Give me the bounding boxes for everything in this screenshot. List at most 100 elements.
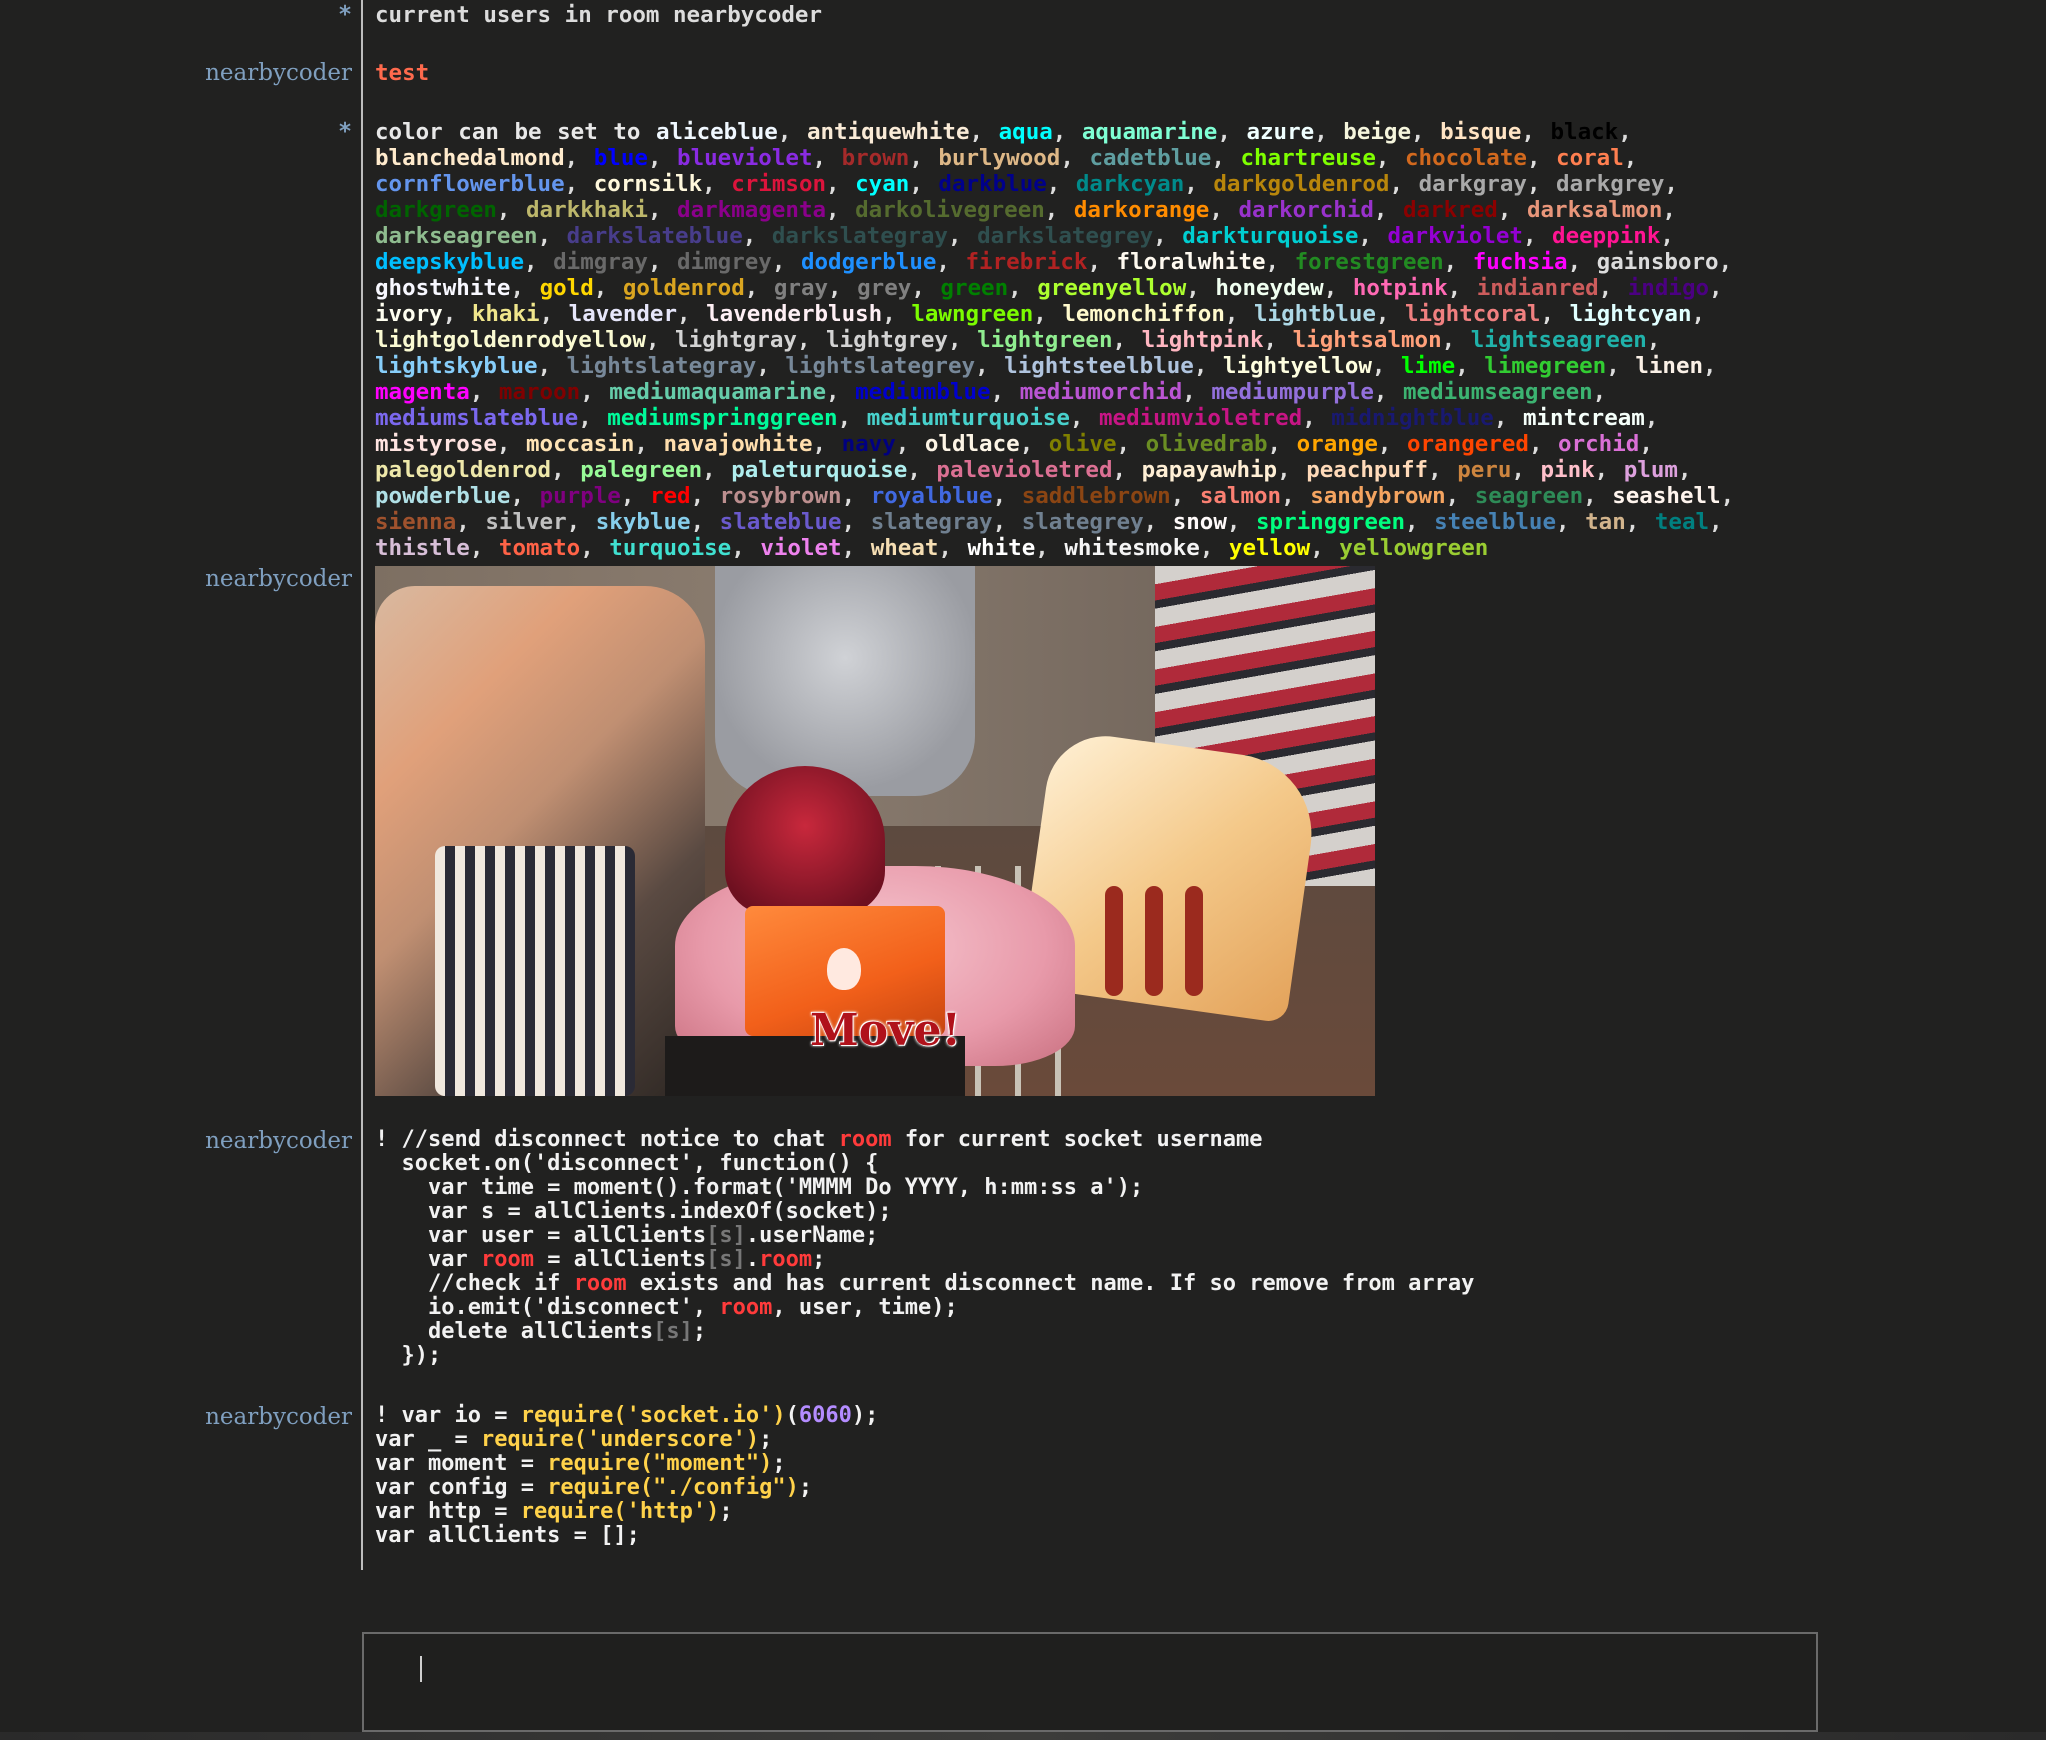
color-name: lawngreen xyxy=(911,301,1034,327)
code-token: ("./config") xyxy=(639,1475,799,1500)
color-name: gainsboro xyxy=(1596,249,1719,275)
color-separator: , xyxy=(777,119,807,145)
code-token: , user, time); xyxy=(772,1295,958,1320)
color-name: darkviolet xyxy=(1387,223,1523,249)
color-separator: , xyxy=(1709,275,1723,301)
code-token: ! var io = xyxy=(375,1403,521,1428)
color-name: oldlace xyxy=(924,431,1020,457)
color-name: lightslategray xyxy=(566,353,757,379)
color-separator: , xyxy=(826,379,856,405)
image-caption: Move! xyxy=(810,1005,961,1056)
code-token: io.emit('disconnect', xyxy=(375,1295,720,1320)
color-name: linen xyxy=(1635,353,1704,379)
message-nick[interactable]: nearbycoder xyxy=(0,60,352,86)
color-name: springgreen xyxy=(1256,509,1406,535)
code-block: ! //send disconnect notice to chat room … xyxy=(375,1128,1795,1368)
message-nick[interactable]: nearbycoder xyxy=(0,1404,352,1430)
color-separator: , xyxy=(1112,457,1142,483)
code-token: var moment = xyxy=(375,1451,548,1476)
color-separator: , xyxy=(1521,119,1551,145)
color-separator: , xyxy=(1625,509,1655,535)
color-separator: , xyxy=(1447,275,1477,301)
color-name: green xyxy=(940,275,1009,301)
color-name: burlywood xyxy=(938,145,1061,171)
color-name: dimgray xyxy=(553,249,648,275)
color-name: darkgoldenrod xyxy=(1213,171,1390,197)
color-name: deeppink xyxy=(1552,223,1661,249)
image-detail xyxy=(1145,886,1163,996)
code-token: ; xyxy=(772,1451,786,1476)
color-separator: , xyxy=(496,431,527,457)
code-token: exists and has current disconnect name. … xyxy=(626,1271,1475,1296)
code-token: ( xyxy=(785,1403,799,1428)
code-token: //check if xyxy=(375,1271,574,1296)
color-separator: , xyxy=(1703,353,1717,379)
color-separator: , xyxy=(1310,535,1340,561)
color-name: palegoldenrod xyxy=(375,457,552,483)
color-name: darkslategray xyxy=(771,223,948,249)
color-name: navajowhite xyxy=(663,431,813,457)
color-separator: , xyxy=(1046,171,1076,197)
color-name: gray xyxy=(773,275,829,301)
color-name: tan xyxy=(1585,509,1626,535)
color-separator: , xyxy=(1371,353,1402,379)
color-name: mediumseagreen xyxy=(1403,379,1593,405)
color-name: black xyxy=(1550,119,1619,145)
color-separator: , xyxy=(1411,119,1441,145)
color-name: teal xyxy=(1654,509,1710,535)
color-separator: , xyxy=(1660,223,1674,249)
color-name: powderblue xyxy=(375,483,511,509)
color-name: rosybrown xyxy=(719,483,842,509)
chat-log: * current users in room nearbycoder near… xyxy=(0,0,2046,1600)
code-token: require xyxy=(480,1427,574,1452)
system-marker: * xyxy=(338,2,352,28)
color-name: aqua xyxy=(998,119,1053,145)
color-name: coral xyxy=(1556,145,1624,171)
color-separator: , xyxy=(1443,249,1473,275)
color-separator: , xyxy=(1718,249,1733,275)
color-separator: , xyxy=(645,327,676,353)
color-name: lightyellow xyxy=(1222,353,1372,379)
color-separator: , xyxy=(992,483,1022,509)
color-separator: , xyxy=(1358,223,1388,249)
color-separator: , xyxy=(510,483,540,509)
color-name: darkblue xyxy=(938,171,1047,197)
shared-image[interactable]: Move! xyxy=(375,566,1375,1096)
color-separator: , xyxy=(551,457,581,483)
message-input[interactable] xyxy=(404,1652,1788,1690)
code-token: for current socket username xyxy=(891,1127,1263,1152)
color-name: royalblue xyxy=(870,483,993,509)
color-separator: , xyxy=(442,301,472,327)
color-separator: , xyxy=(1709,509,1723,535)
color-name: peru xyxy=(1457,457,1512,483)
color-name: antiquewhite xyxy=(806,119,970,145)
code-token: 6060 xyxy=(798,1403,852,1428)
message-composer[interactable] xyxy=(362,1632,1818,1732)
message-nick[interactable]: nearbycoder xyxy=(0,566,352,592)
color-name: bisque xyxy=(1440,119,1522,145)
code-token: var s = allClients.indexOf(socket); xyxy=(375,1199,892,1224)
image-figure xyxy=(725,766,885,916)
color-name: goldenrod xyxy=(622,275,745,301)
color-name: darksalmon xyxy=(1526,197,1663,223)
code-token: socket.on('disconnect', function() { xyxy=(375,1151,879,1176)
color-separator: , xyxy=(677,301,707,327)
color-name: lightblue xyxy=(1254,301,1376,327)
color-name: maroon xyxy=(498,379,581,405)
color-name: limegreen xyxy=(1484,353,1607,379)
color-separator: , xyxy=(1224,301,1254,327)
color-name: darkcyan xyxy=(1075,171,1185,197)
color-separator: , xyxy=(702,171,732,197)
color-separator: , xyxy=(1598,275,1628,301)
color-separator: , xyxy=(1267,431,1297,457)
code-token: room xyxy=(838,1127,892,1152)
color-name: yellowgreen xyxy=(1339,535,1489,561)
color-name: seagreen xyxy=(1474,483,1584,509)
color-separator: , xyxy=(1592,379,1607,405)
message-nick[interactable]: nearbycoder xyxy=(0,1128,352,1154)
color-name: mediumaquamarine xyxy=(609,379,827,405)
color-name: darkmagenta xyxy=(677,197,827,223)
color-name: mediumslateblue xyxy=(375,405,579,431)
color-name: slategray xyxy=(870,509,993,535)
color-separator: , xyxy=(975,353,1005,379)
